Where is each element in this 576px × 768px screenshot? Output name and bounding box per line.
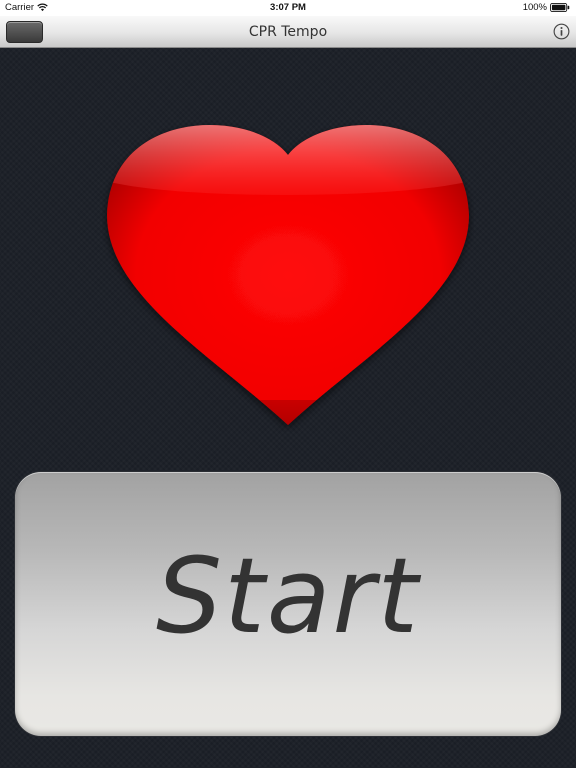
battery-icon: [550, 3, 570, 12]
status-bar: Carrier 3:07 PM 100%: [0, 0, 576, 16]
page-title: CPR Tempo: [248, 24, 328, 40]
start-button-label: Start: [155, 535, 421, 657]
battery-status: 100%: [523, 2, 570, 13]
main-area: Start: [0, 48, 576, 768]
status-time: 3:07 PM: [270, 2, 306, 13]
heart-icon: [107, 124, 469, 426]
navigation-bar: CPR Tempo: [0, 16, 576, 48]
start-button[interactable]: Start: [15, 472, 561, 736]
battery-percent: 100%: [522, 2, 547, 13]
info-icon[interactable]: [553, 23, 570, 40]
